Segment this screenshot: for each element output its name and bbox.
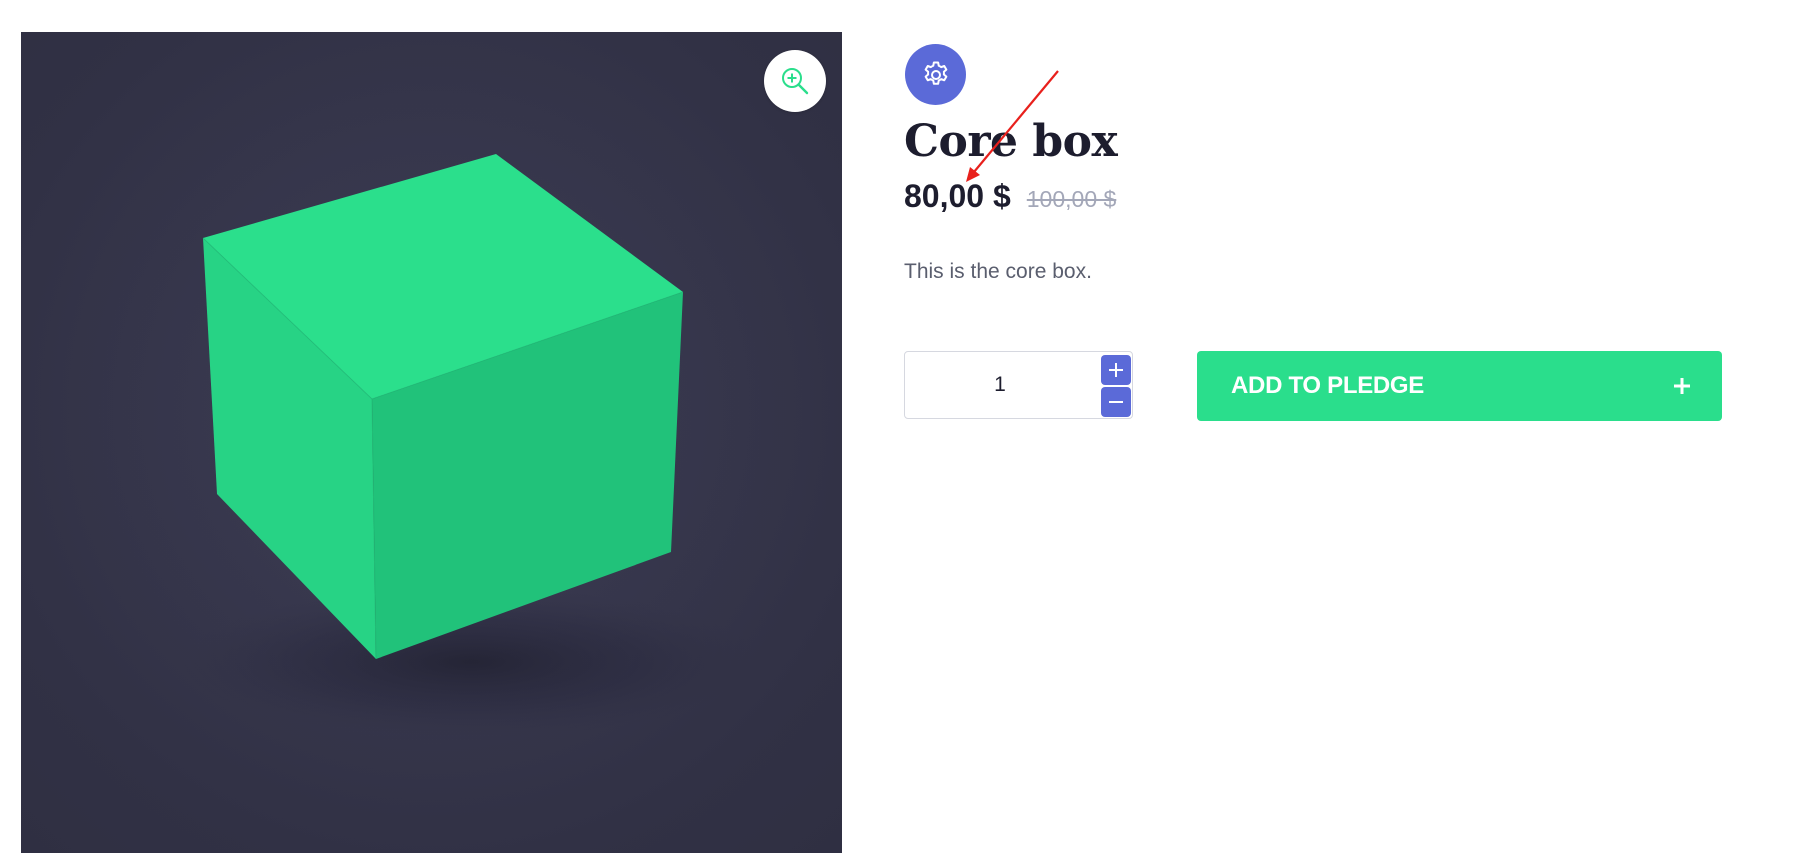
quantity-stepper xyxy=(904,351,1133,419)
price-row: 80,00 $ 100,00 $ xyxy=(904,178,1116,215)
product-title: Core box xyxy=(904,116,1118,167)
quantity-decrement-button[interactable] xyxy=(1101,387,1131,417)
current-price: 80,00 $ xyxy=(904,178,1011,214)
product-image-panel xyxy=(21,32,842,853)
gear-icon xyxy=(924,61,947,85)
minus-icon xyxy=(1109,401,1123,403)
product-description: This is the core box. xyxy=(904,260,1092,283)
quantity-input[interactable] xyxy=(905,352,1095,418)
add-to-pledge-button[interactable]: ADD TO PLEDGE xyxy=(1197,351,1722,421)
zoom-in-icon xyxy=(782,68,809,95)
zoom-button[interactable] xyxy=(764,50,826,112)
plus-icon xyxy=(1109,363,1123,377)
product-badge xyxy=(905,44,966,105)
add-to-pledge-label: ADD TO PLEDGE xyxy=(1231,372,1425,399)
original-price: 100,00 $ xyxy=(1026,186,1117,212)
product-cube-image xyxy=(51,32,811,792)
plus-icon xyxy=(1674,378,1690,394)
quantity-increment-button[interactable] xyxy=(1101,355,1131,385)
